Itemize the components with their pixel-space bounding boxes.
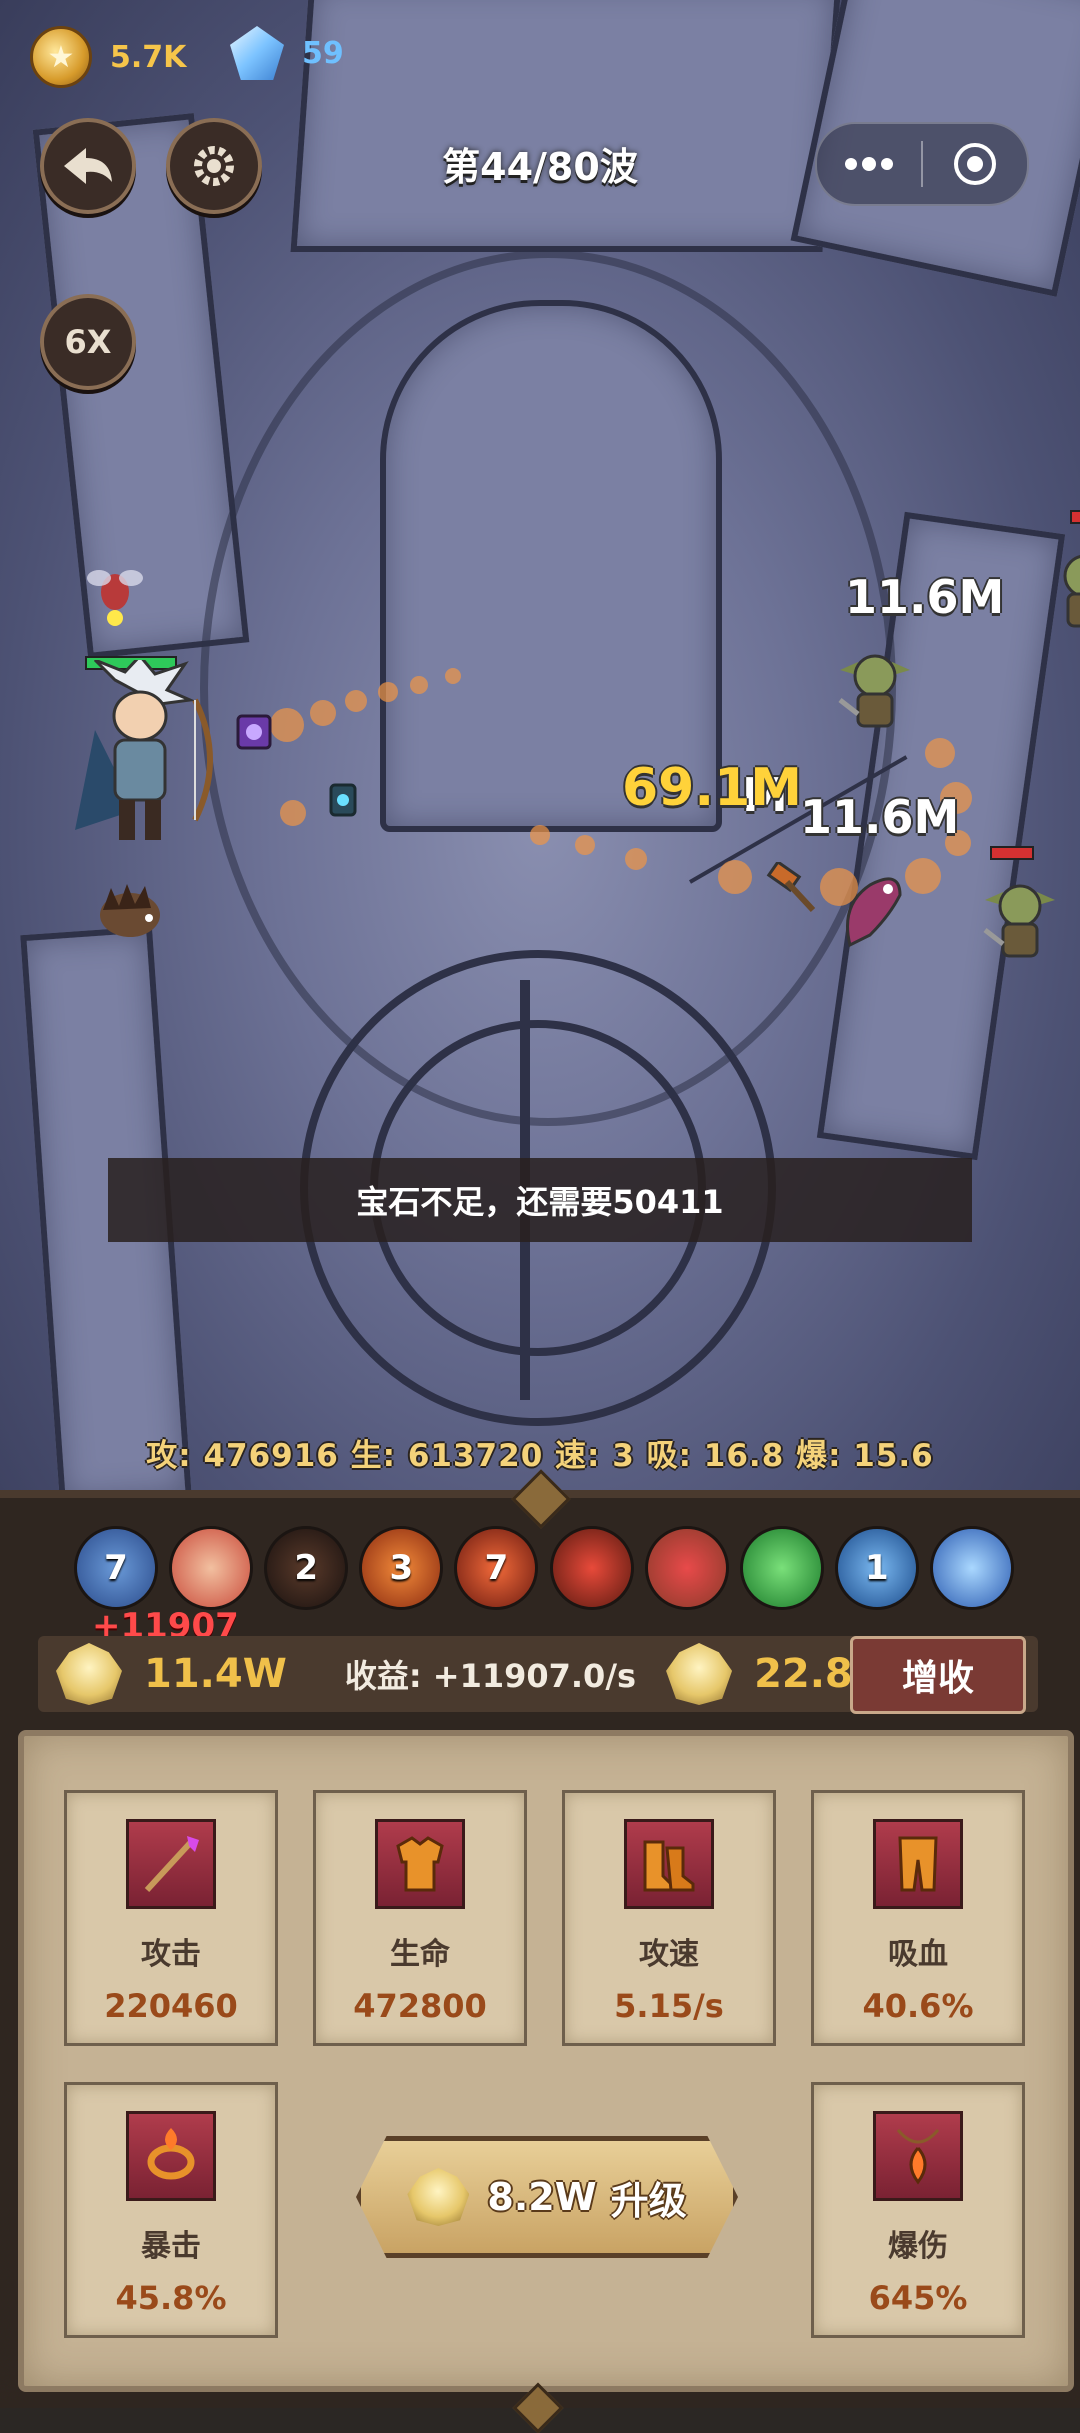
staff-icon	[126, 1819, 216, 1909]
card-label: 攻击	[141, 1937, 201, 1972]
attribute-card-crit-damage[interactable]: 爆伤 645%	[811, 2082, 1025, 2338]
toast-message: 宝石不足，还需要50411	[108, 1158, 972, 1242]
card-value: 40.6%	[862, 1987, 974, 2025]
skill-slot[interactable]	[739, 1526, 824, 1610]
upgrade-label: 升级	[610, 2178, 687, 2223]
stone-slab	[290, 0, 842, 252]
spellbook-icon	[236, 714, 272, 750]
attribute-board: 攻击 220460 生命 472800 攻速 5.15/s 吸血 40.6% 暴…	[18, 1730, 1074, 2392]
gem-value: 59	[302, 35, 344, 71]
card-value: 5.15/s	[614, 1987, 724, 2025]
goblin-enemy	[983, 884, 1055, 958]
card-label: 生命	[390, 1937, 450, 1972]
enemy-health-bar	[990, 846, 1034, 860]
more-dots-icon	[845, 157, 893, 171]
boots-icon	[624, 1819, 714, 1909]
speed-button[interactable]: 6X	[40, 294, 136, 390]
income-bar: 11.4W 收益: +11907.0/s 22.8W 增收	[38, 1636, 1038, 1714]
attribute-card-health[interactable]: 生命 472800	[313, 1790, 527, 2046]
battle-scene: ★ 5.7K 59 6X 第44/80波 11.6M 11.6M M 69.1M…	[0, 0, 1080, 1500]
projectile	[445, 668, 461, 684]
skill-slot[interactable]	[549, 1526, 634, 1610]
stone-ring	[200, 250, 896, 1126]
skill-level: 7	[484, 1548, 509, 1588]
card-label: 吸血	[888, 1937, 948, 1972]
projectile	[345, 690, 367, 712]
coin-value: 5.7K	[110, 39, 187, 75]
projectile	[378, 682, 398, 702]
card-label: 攻速	[639, 1937, 699, 1972]
upgrade-cost: 8.2W	[487, 2175, 597, 2219]
bee-pet	[87, 570, 143, 626]
card-value: 220460	[104, 1987, 238, 2025]
skill-level: 7	[104, 1548, 128, 1588]
attribute-card-crit-rate[interactable]: 暴击 45.8%	[64, 2082, 278, 2338]
card-label: 暴击	[141, 2229, 201, 2264]
amulet-icon	[873, 2111, 963, 2201]
attribute-card-lifesteal[interactable]: 吸血 40.6%	[811, 1790, 1025, 2046]
projectile	[310, 700, 336, 726]
upgrade-button[interactable]: 8.2W 升级	[356, 2136, 738, 2258]
coin-counter: ★ 5.7K	[30, 26, 186, 88]
increase-income-button[interactable]: 增收	[850, 1636, 1026, 1714]
coin-icon: ★	[30, 26, 92, 88]
more-menu-button[interactable]	[817, 124, 921, 204]
projectile	[575, 835, 595, 855]
crit-damage-number: 69.1M	[622, 758, 803, 818]
skill-slot[interactable]: 1	[834, 1526, 919, 1610]
stone-icon	[56, 1643, 122, 1705]
skill-slot[interactable]: 3	[359, 1526, 444, 1610]
hedgehog-pet	[100, 884, 160, 937]
leggings-icon	[873, 1819, 963, 1909]
skill-level: 3	[389, 1548, 414, 1588]
skill-slot[interactable]: 7	[454, 1526, 539, 1610]
attribute-card-attack-speed[interactable]: 攻速 5.15/s	[562, 1790, 776, 2046]
gem-icon	[230, 26, 284, 80]
skill-slot[interactable]: 7	[74, 1526, 158, 1610]
worm-enemy	[846, 877, 902, 948]
card-value: 45.8%	[115, 2279, 227, 2317]
projectile	[925, 738, 955, 768]
projectile	[410, 676, 428, 694]
stone-icon	[666, 1643, 733, 1705]
attribute-card-attack[interactable]: 攻击 220460	[64, 1790, 278, 2046]
projectile	[280, 800, 306, 826]
skill-level: 2	[294, 1548, 319, 1588]
close-miniprogram-button[interactable]	[923, 124, 1027, 204]
lantern-icon	[329, 783, 357, 817]
gem-counter: 59	[230, 26, 344, 80]
hero-stats-line: 攻: 476916 生: 613720 速: 3 吸: 16.8 爆: 15.6	[146, 1438, 934, 1474]
projectile	[718, 860, 752, 894]
card-label: 爆伤	[888, 2229, 948, 2264]
skill-slot[interactable]	[644, 1526, 729, 1610]
income-rate: 收益: +11907.0/s	[344, 1657, 637, 1695]
card-value: 645%	[868, 2279, 968, 2317]
goblin-enemy	[1063, 555, 1080, 628]
projectile	[530, 825, 550, 845]
projectile	[625, 848, 647, 870]
skill-bar: 7 2 3 7 1	[74, 1526, 1014, 1610]
target-icon	[954, 143, 996, 185]
archer-hero	[75, 660, 213, 840]
goblin-enemy	[838, 654, 910, 728]
upgrade-panel: 7 2 3 7 1 +11907 11.4W 收益: +11907.0/s 22…	[0, 1469, 1080, 2433]
card-value: 472800	[353, 1987, 487, 2025]
skill-level: 1	[865, 1548, 889, 1588]
stone-current: 11.4W	[144, 1651, 287, 1697]
stone-icon	[407, 2168, 470, 2226]
skill-slot[interactable]: 2	[264, 1526, 349, 1610]
miniprogram-capsule	[815, 122, 1029, 206]
armor-icon	[375, 1819, 465, 1909]
hammer-icon	[766, 862, 816, 913]
damage-number: 11.6M	[845, 570, 1005, 624]
ring-icon	[126, 2111, 216, 2201]
damage-number: 11.6M	[800, 790, 960, 844]
skill-slot[interactable]	[169, 1526, 254, 1610]
skill-slot[interactable]	[929, 1526, 1014, 1610]
enemy-health-bar	[1070, 510, 1080, 524]
